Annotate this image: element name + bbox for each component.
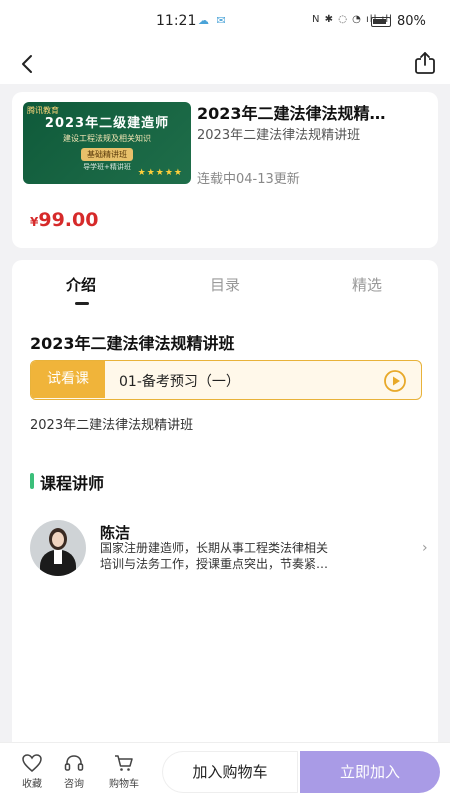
thumbnail-title: 2023年二级建造师 <box>44 116 170 131</box>
intro-title: 2023年二建法律法规精讲班 <box>30 334 235 353</box>
section-bar <box>30 473 34 489</box>
rating-stars: ★★★★★ <box>137 168 183 178</box>
battery-text: 80% <box>397 14 426 29</box>
cart-button[interactable]: 购物车 <box>104 753 144 790</box>
tab-indicator <box>75 302 89 305</box>
back-arrow-icon[interactable] <box>16 50 40 78</box>
course-subtitle: 2023年二建法律法规精讲班 <box>197 128 361 143</box>
headset-icon <box>64 755 84 771</box>
teacher-bio: 国家注册建造师，长期从事工程类法律相关 培训与法务工作，授课重点突出，节奏紧… <box>100 540 400 572</box>
heart-icon <box>22 754 42 772</box>
teacher-bio-line: 培训与法务工作，授课重点突出，节奏紧… <box>100 557 329 571</box>
trial-lesson[interactable]: 试看课 01-备考预习（一） <box>30 360 422 400</box>
teacher-item[interactable]: 陈洁 国家注册建造师，长期从事工程类法律相关 培训与法务工作，授课重点突出，节奏… <box>30 520 428 576</box>
trial-lesson-title: 01-备考预习（一） <box>119 374 240 390</box>
tab-catalog[interactable]: 目录 <box>210 274 240 295</box>
tab-featured[interactable]: 精选 <box>352 274 382 295</box>
consult-label: 咨询 <box>64 779 84 790</box>
add-to-cart-button[interactable]: 加入购物车 <box>162 751 298 793</box>
nav-bar <box>0 44 450 84</box>
chevron-right-icon: › <box>422 540 428 556</box>
trial-tag: 试看课 <box>31 361 105 398</box>
share-icon[interactable] <box>412 50 438 76</box>
course-detail-panel: 介绍 目录 精选 2023年二建法律法规精讲班 试看课 01-备考预习（一） 2… <box>12 260 438 742</box>
join-now-button[interactable]: 立即加入 <box>300 751 440 793</box>
course-price: ¥99.00 <box>30 209 98 231</box>
status-bar: 11:21 ☁ ✉ N ✱ ◌ ◔ ıll ıll 80% <box>0 0 450 44</box>
teacher-bio-line: 国家注册建造师，长期从事工程类法律相关 <box>100 541 329 555</box>
price-value: 99.00 <box>38 209 99 231</box>
battery-icon <box>371 17 391 27</box>
cart-label: 购物车 <box>109 779 139 790</box>
tab-intro[interactable]: 介绍 <box>66 274 96 295</box>
favorite-label: 收藏 <box>22 779 42 790</box>
course-description: 2023年二建法律法规精讲班 <box>30 418 194 433</box>
favorite-button[interactable]: 收藏 <box>14 753 50 790</box>
notification-icons: ☁ ✉ <box>198 14 228 27</box>
play-icon[interactable] <box>383 369 407 393</box>
teacher-section-heading: 课程讲师 <box>30 470 104 494</box>
teacher-heading-label: 课程讲师 <box>40 474 105 493</box>
course-title: 2023年二建法律法规精… <box>197 104 386 123</box>
course-thumbnail: 腾讯教育 2023年二级建造师 建设工程法规及相关知识 基础精讲班 导学班+精讲… <box>23 102 191 184</box>
thumbnail-subtitle: 建设工程法规及相关知识 <box>63 134 151 143</box>
course-update-status: 连载中04-13更新 <box>197 172 300 187</box>
status-time: 11:21 <box>156 13 197 29</box>
bottom-action-bar: 收藏 咨询 购物车 加入购物车 立即加入 <box>0 742 450 800</box>
cart-icon <box>115 755 133 771</box>
teacher-avatar <box>30 520 86 576</box>
consult-button[interactable]: 咨询 <box>56 753 92 790</box>
thumbnail-pill: 基础精讲班 <box>81 148 133 161</box>
